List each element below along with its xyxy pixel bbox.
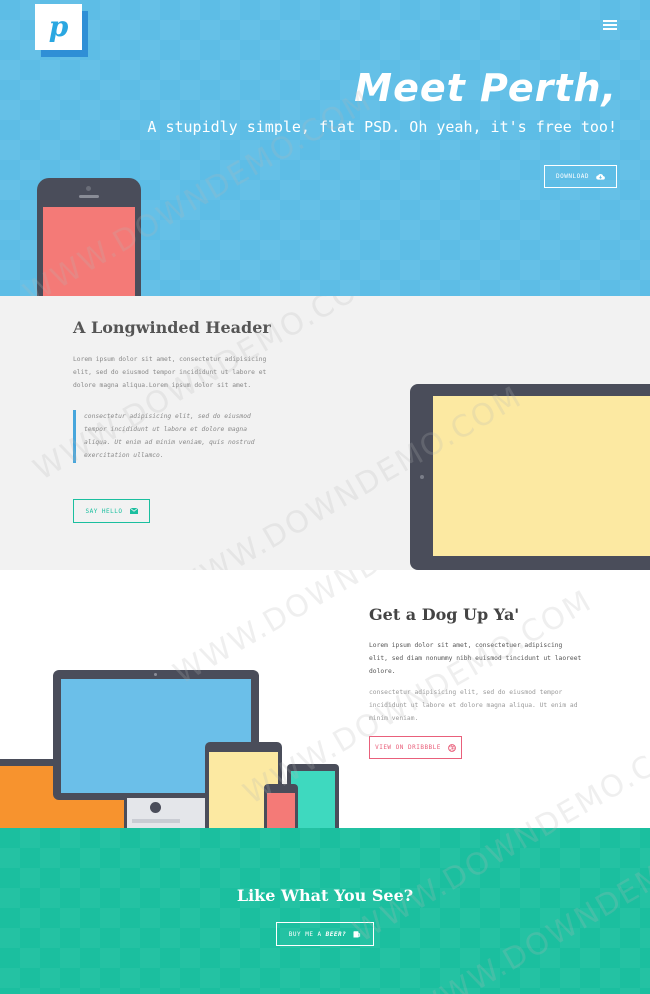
monitor-camera (154, 673, 157, 676)
buy-beer-button[interactable]: BUY ME A BEER? (276, 922, 374, 946)
coral-phone-screen (267, 793, 295, 828)
tablet-home-button (420, 475, 424, 479)
section-one-quote: consectetur adipisicing elit, sed do eiu… (73, 410, 263, 463)
buy-label: BUY ME A BEER? (289, 931, 346, 938)
download-button[interactable]: DOWNLOAD (544, 165, 617, 188)
menu-icon[interactable] (603, 20, 617, 31)
buy-label-emphasis: BEER? (325, 930, 347, 938)
monitor-stand (132, 819, 180, 823)
phone-camera (86, 186, 91, 191)
download-label: DOWNLOAD (556, 173, 589, 180)
say-hello-button[interactable]: SAY HELLO (73, 499, 150, 523)
dribbble-icon (447, 743, 456, 752)
hero-subtitle: A stupidly simple, flat PSD. Oh yeah, it… (147, 118, 617, 136)
view-on-dribbble-button[interactable]: VIEW ON DRIBBBLE (369, 736, 462, 759)
section-two-body-strong: Lorem ipsum dolor sit amet, consectetuer… (369, 642, 582, 675)
dribbble-label: VIEW ON DRIBBBLE (375, 744, 441, 751)
cloud-download-icon (596, 173, 605, 180)
hero-section: p Meet Perth, A stupidly simple, flat PS… (0, 0, 650, 296)
hero-title: Meet Perth, (354, 66, 617, 110)
logo-letter: p (48, 10, 69, 43)
phone-screen (43, 207, 135, 296)
buy-label-prefix: BUY ME A (288, 930, 322, 938)
coral-phone-illustration (264, 784, 298, 828)
feature-section-two: Get a Dog Up Ya' Lorem ipsum dolor sit a… (0, 570, 650, 828)
monitor-chin (127, 798, 207, 828)
logo[interactable]: p (35, 4, 82, 50)
tablet-screen (433, 396, 650, 556)
say-hello-label: SAY HELLO (85, 507, 123, 515)
section-two-body-light: consectetur adipisicing elit, sed do eiu… (369, 689, 578, 722)
beer-icon (353, 930, 361, 937)
cta-title: Like What You See? (236, 886, 414, 905)
section-one-body: Lorem ipsum dolor sit amet, consectetur … (73, 356, 267, 389)
tablet-illustration (410, 384, 650, 570)
cta-section: Like What You See? BUY ME A BEER? WWW.DO… (0, 721, 650, 994)
section-two-title: Get a Dog Up Ya' (369, 605, 520, 624)
feature-section-one: A Longwinded Header Lorem ipsum dolor si… (0, 296, 650, 570)
phone-speaker (79, 195, 99, 198)
phone-illustration (37, 178, 141, 296)
envelope-icon (129, 508, 138, 514)
monitor-button (150, 802, 161, 813)
section-one-title: A Longwinded Header (73, 318, 271, 337)
